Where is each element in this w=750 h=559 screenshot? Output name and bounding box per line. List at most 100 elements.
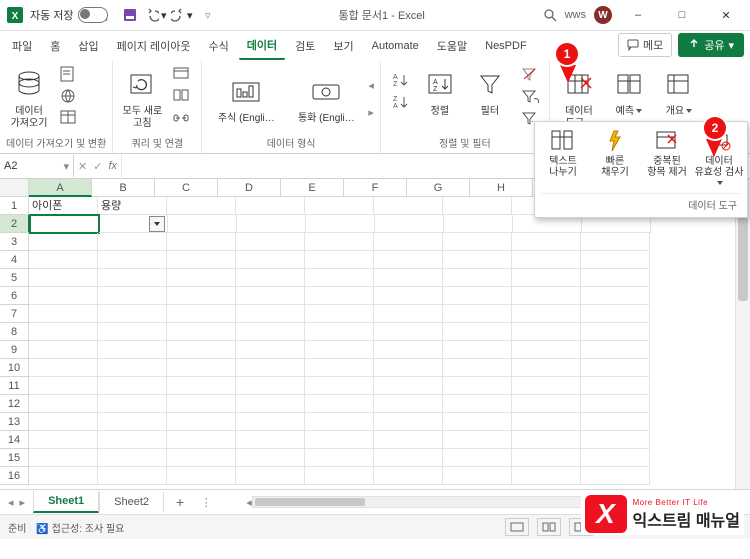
- cell[interactable]: [374, 413, 443, 431]
- cell[interactable]: [236, 233, 305, 251]
- row-header[interactable]: 9: [0, 341, 29, 359]
- cell[interactable]: [305, 467, 374, 485]
- cell-B1[interactable]: 용량: [98, 197, 167, 215]
- add-sheet-button[interactable]: +: [164, 494, 196, 510]
- cell[interactable]: [374, 197, 443, 215]
- cell[interactable]: [305, 305, 374, 323]
- cell[interactable]: [374, 251, 443, 269]
- cell[interactable]: [581, 413, 650, 431]
- data-types-next-icon[interactable]: ▸: [368, 106, 374, 119]
- cell[interactable]: [374, 467, 443, 485]
- undo-icon[interactable]: ▾: [145, 4, 167, 26]
- cell[interactable]: [29, 395, 98, 413]
- queries-connections-icon[interactable]: [169, 64, 195, 84]
- cell[interactable]: [443, 305, 512, 323]
- cell[interactable]: [512, 449, 581, 467]
- maximize-button[interactable]: □: [664, 1, 700, 29]
- cell[interactable]: [29, 341, 98, 359]
- cell[interactable]: [374, 431, 443, 449]
- cell[interactable]: [512, 323, 581, 341]
- cell[interactable]: [236, 269, 305, 287]
- properties-icon[interactable]: [169, 86, 195, 106]
- from-web-icon[interactable]: [56, 86, 82, 106]
- cell[interactable]: [581, 305, 650, 323]
- data-validation-dropdown-icon[interactable]: [715, 178, 723, 189]
- stocks-type-button[interactable]: 주식 (Engli…: [208, 71, 284, 127]
- cell[interactable]: [305, 395, 374, 413]
- sort-desc-icon[interactable]: ZA: [387, 92, 413, 112]
- cell[interactable]: [167, 449, 236, 467]
- enter-formula-icon[interactable]: ✓: [93, 160, 102, 173]
- name-box[interactable]: A2 ▾: [0, 155, 74, 177]
- col-header-F[interactable]: F: [344, 179, 407, 197]
- tab-review[interactable]: 검토: [287, 33, 323, 59]
- autosave-toggle[interactable]: 자동 저장 끔: [30, 7, 109, 23]
- data-types-prev-icon[interactable]: ◂: [368, 79, 374, 92]
- tab-file[interactable]: 파일: [4, 33, 40, 59]
- cell[interactable]: [305, 413, 374, 431]
- view-normal-icon[interactable]: [505, 518, 529, 536]
- cell[interactable]: [305, 251, 374, 269]
- cell[interactable]: [167, 305, 236, 323]
- cell[interactable]: [29, 467, 98, 485]
- cell[interactable]: [236, 305, 305, 323]
- cell[interactable]: [305, 341, 374, 359]
- cell[interactable]: [512, 377, 581, 395]
- accessibility-status[interactable]: ♿ 접근성: 조사 필요: [36, 520, 124, 535]
- cell[interactable]: [236, 323, 305, 341]
- search-icon[interactable]: [543, 8, 557, 22]
- col-header-D[interactable]: D: [218, 179, 281, 197]
- cell[interactable]: [98, 251, 167, 269]
- cell[interactable]: [305, 323, 374, 341]
- sheet-tab-2[interactable]: Sheet2: [99, 492, 164, 512]
- filter-button[interactable]: 필터: [467, 64, 513, 120]
- cell[interactable]: [98, 305, 167, 323]
- minimize-button[interactable]: –: [620, 1, 656, 29]
- text-to-columns-button[interactable]: 텍스트 나누기: [541, 126, 585, 178]
- col-header-G[interactable]: G: [407, 179, 470, 197]
- cell[interactable]: [167, 287, 236, 305]
- cell[interactable]: [443, 233, 512, 251]
- sort-asc-icon[interactable]: AZ: [387, 70, 413, 90]
- cell[interactable]: [374, 341, 443, 359]
- cell[interactable]: [167, 395, 236, 413]
- cell[interactable]: [443, 467, 512, 485]
- cell[interactable]: [236, 251, 305, 269]
- cell[interactable]: [443, 287, 512, 305]
- row-header[interactable]: 13: [0, 413, 29, 431]
- cell[interactable]: [305, 233, 374, 251]
- cell[interactable]: [98, 377, 167, 395]
- cell[interactable]: [443, 341, 512, 359]
- forecast-button[interactable]: 예측: [606, 64, 652, 120]
- tab-home[interactable]: 홈: [42, 33, 68, 59]
- save-icon[interactable]: [119, 4, 141, 26]
- edit-links-icon[interactable]: [169, 108, 195, 128]
- view-page-layout-icon[interactable]: [537, 518, 561, 536]
- sort-button[interactable]: AZ 정렬: [417, 64, 463, 120]
- row-header[interactable]: 6: [0, 287, 29, 305]
- cell[interactable]: [512, 395, 581, 413]
- tab-automate[interactable]: Automate: [364, 35, 427, 57]
- tab-help[interactable]: 도움말: [429, 33, 475, 59]
- cell[interactable]: [167, 431, 236, 449]
- cell[interactable]: [167, 233, 236, 251]
- cell[interactable]: [374, 359, 443, 377]
- tab-formulas[interactable]: 수식: [201, 33, 237, 59]
- from-table-range-icon[interactable]: [56, 108, 82, 128]
- cell[interactable]: [29, 413, 98, 431]
- cell[interactable]: [374, 269, 443, 287]
- cell[interactable]: [512, 413, 581, 431]
- cell-dropdown-icon[interactable]: [149, 216, 165, 232]
- cell[interactable]: [98, 467, 167, 485]
- cell[interactable]: [237, 215, 306, 233]
- cell[interactable]: [581, 431, 650, 449]
- close-button[interactable]: ✕: [708, 1, 744, 29]
- cell[interactable]: [167, 467, 236, 485]
- row-header[interactable]: 1: [0, 197, 29, 215]
- cell[interactable]: [374, 287, 443, 305]
- cell[interactable]: [581, 269, 650, 287]
- cell[interactable]: [512, 269, 581, 287]
- name-box-dropdown-icon[interactable]: ▾: [63, 160, 69, 173]
- cell[interactable]: [29, 251, 98, 269]
- cell[interactable]: [512, 305, 581, 323]
